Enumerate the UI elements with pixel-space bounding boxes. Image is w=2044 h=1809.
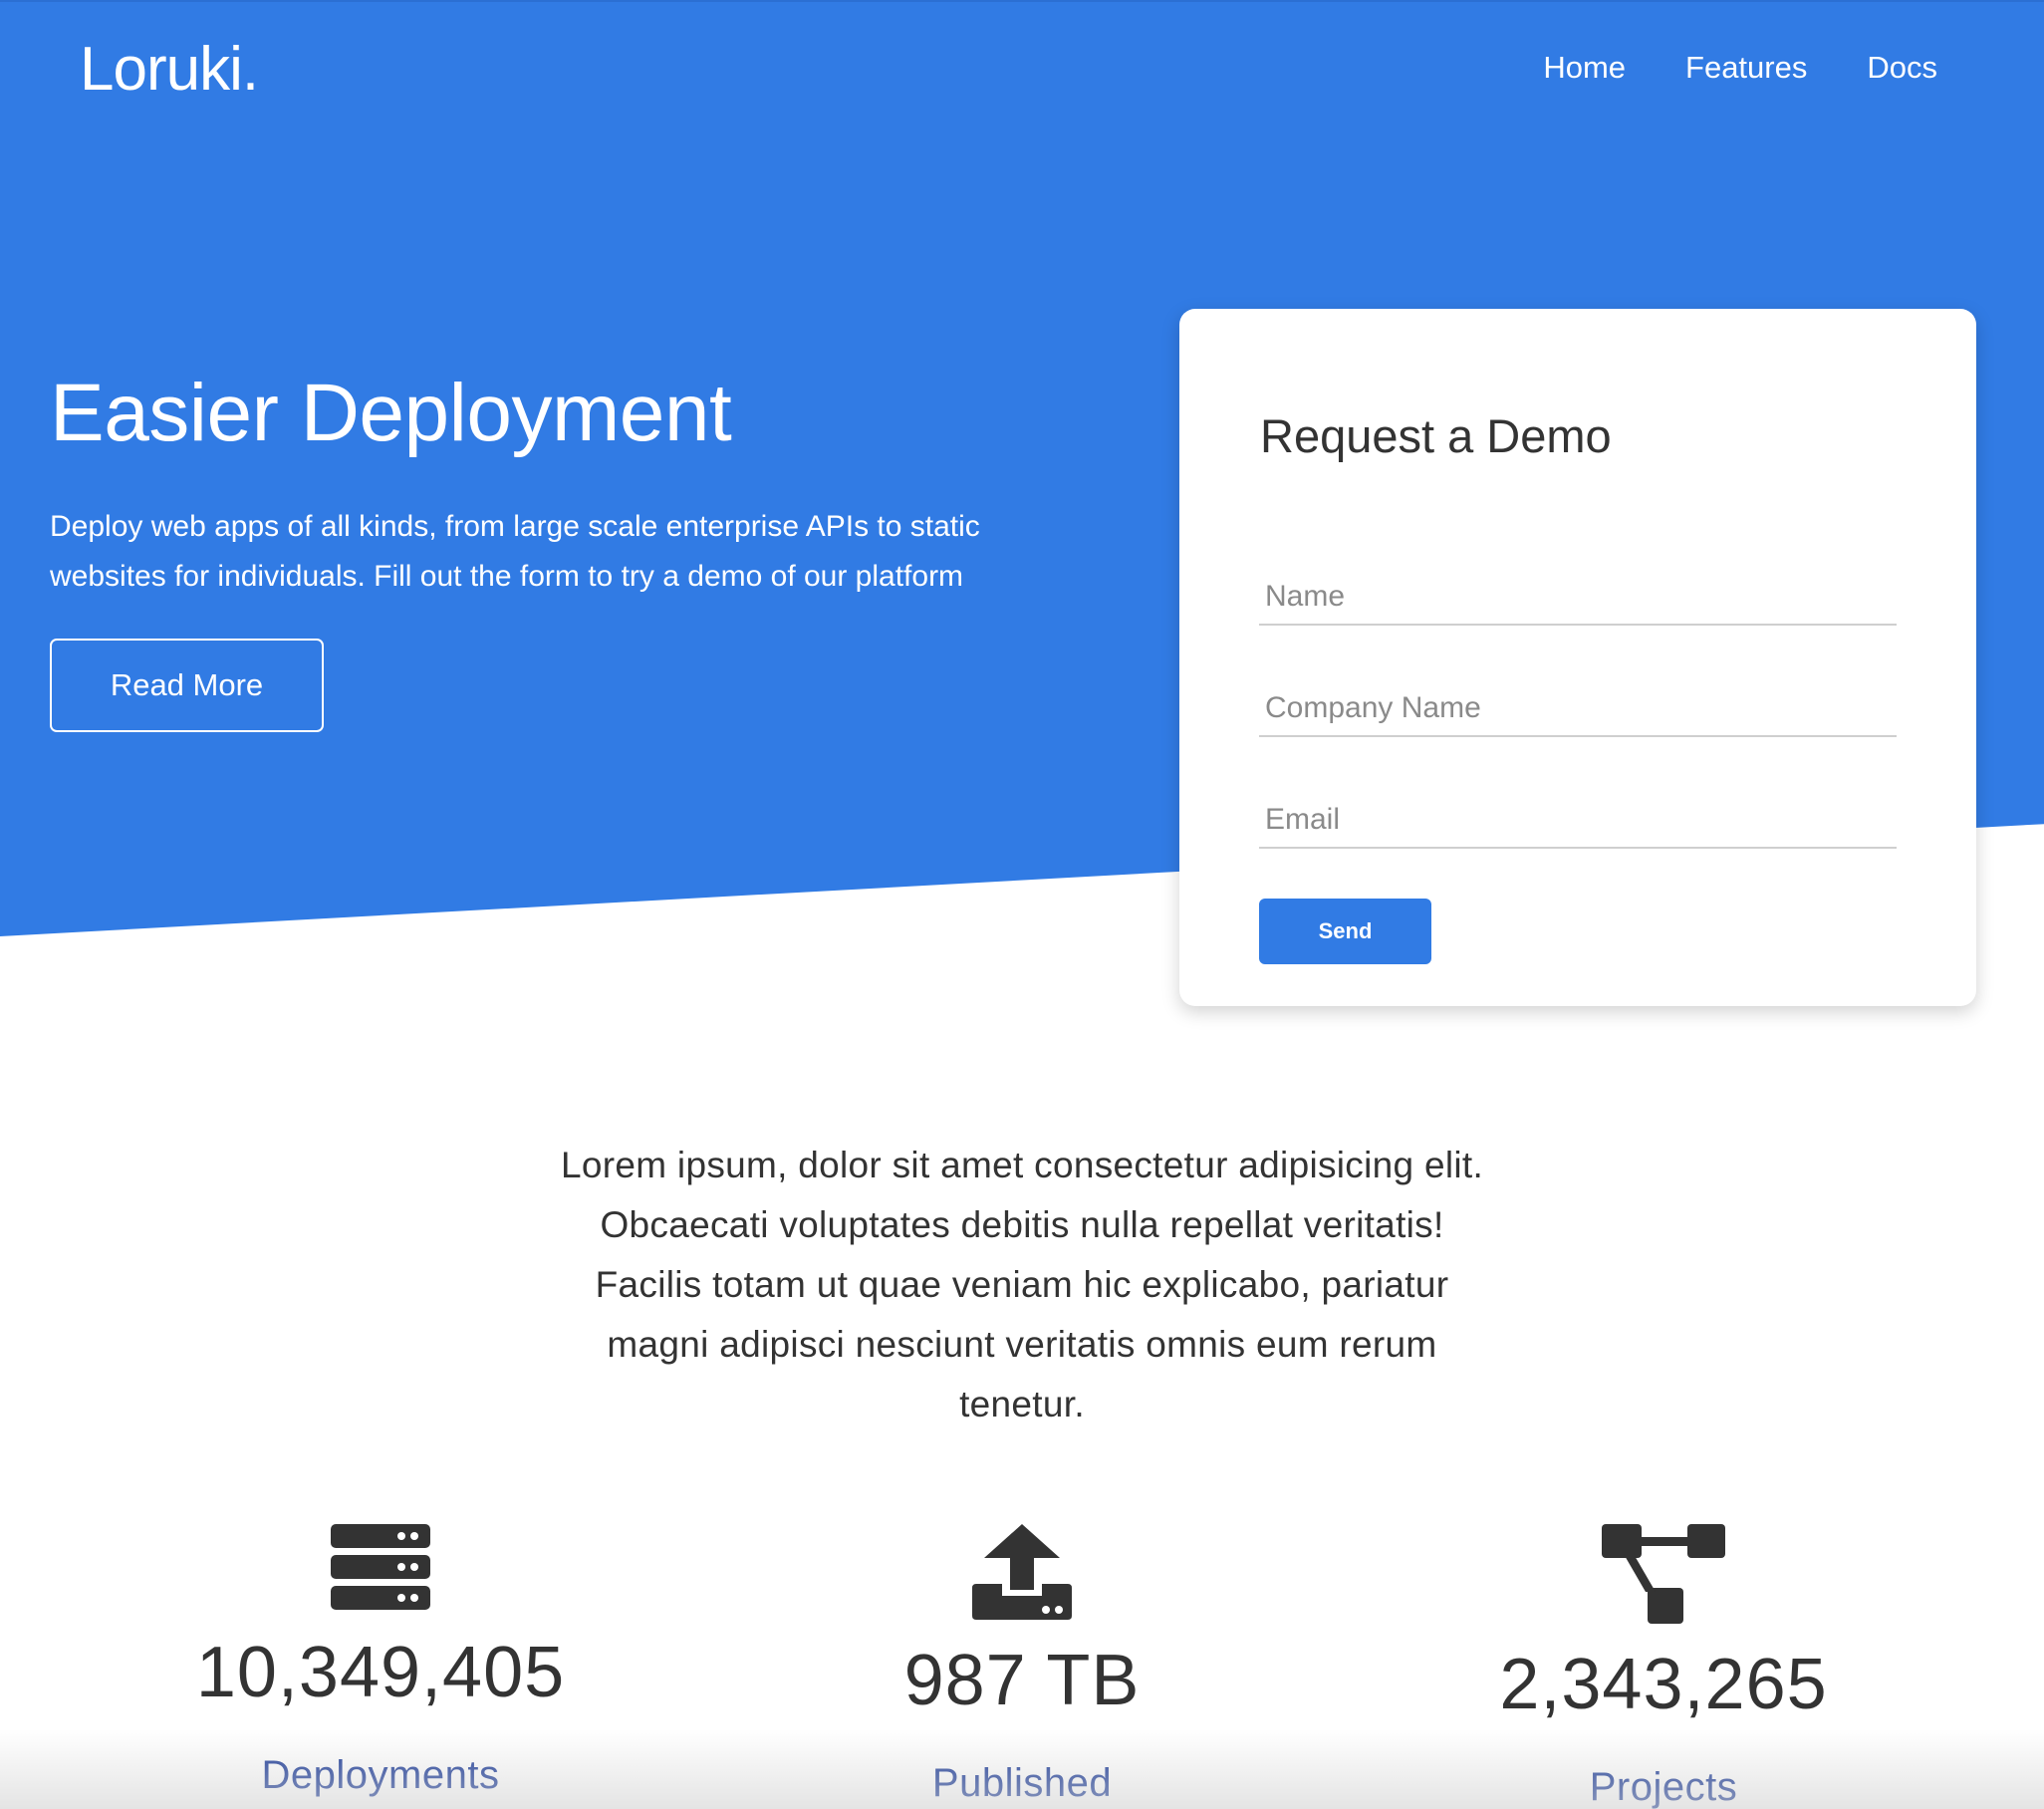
stat-value: 987 TB (903, 1641, 1141, 1720)
stat-value: 10,349,405 (195, 1633, 566, 1712)
email-field[interactable] (1259, 793, 1897, 849)
demo-form-title: Request a Demo (1260, 409, 1612, 462)
company-name-field[interactable] (1259, 681, 1897, 737)
stat-value: 2,343,265 (1499, 1645, 1828, 1724)
read-more-button[interactable]: Read More (50, 639, 324, 732)
hero-title: Easier Deployment (50, 368, 732, 458)
nav-link-home[interactable]: Home (1543, 50, 1626, 86)
upload-icon (972, 1524, 1072, 1620)
stat-published: 987 TB Published (763, 1524, 1281, 1806)
stat-label: Projects (1589, 1765, 1738, 1809)
project-diagram-icon (1602, 1524, 1725, 1624)
top-border (0, 0, 2044, 2)
stat-deployments: 10,349,405 Deployments (122, 1524, 639, 1798)
logo[interactable]: Loruki. (80, 34, 259, 105)
intro-paragraph: Lorem ipsum, dolor sit amet consectetur … (560, 1145, 1484, 1424)
stat-projects: 2,343,265 Projects (1405, 1524, 1922, 1809)
hero-description: Deploy web apps of all kinds, from large… (50, 510, 980, 593)
server-icon (331, 1524, 430, 1610)
send-button[interactable]: Send (1259, 899, 1431, 964)
request-demo-card: Request a Demo Send (1179, 309, 1976, 1006)
main-nav: Home Features Docs (1543, 50, 1937, 86)
nav-link-features[interactable]: Features (1685, 50, 1807, 86)
nav-link-docs[interactable]: Docs (1867, 50, 1937, 86)
name-field[interactable] (1259, 570, 1897, 626)
stat-label: Published (931, 1761, 1113, 1805)
stat-label: Deployments (261, 1753, 500, 1797)
